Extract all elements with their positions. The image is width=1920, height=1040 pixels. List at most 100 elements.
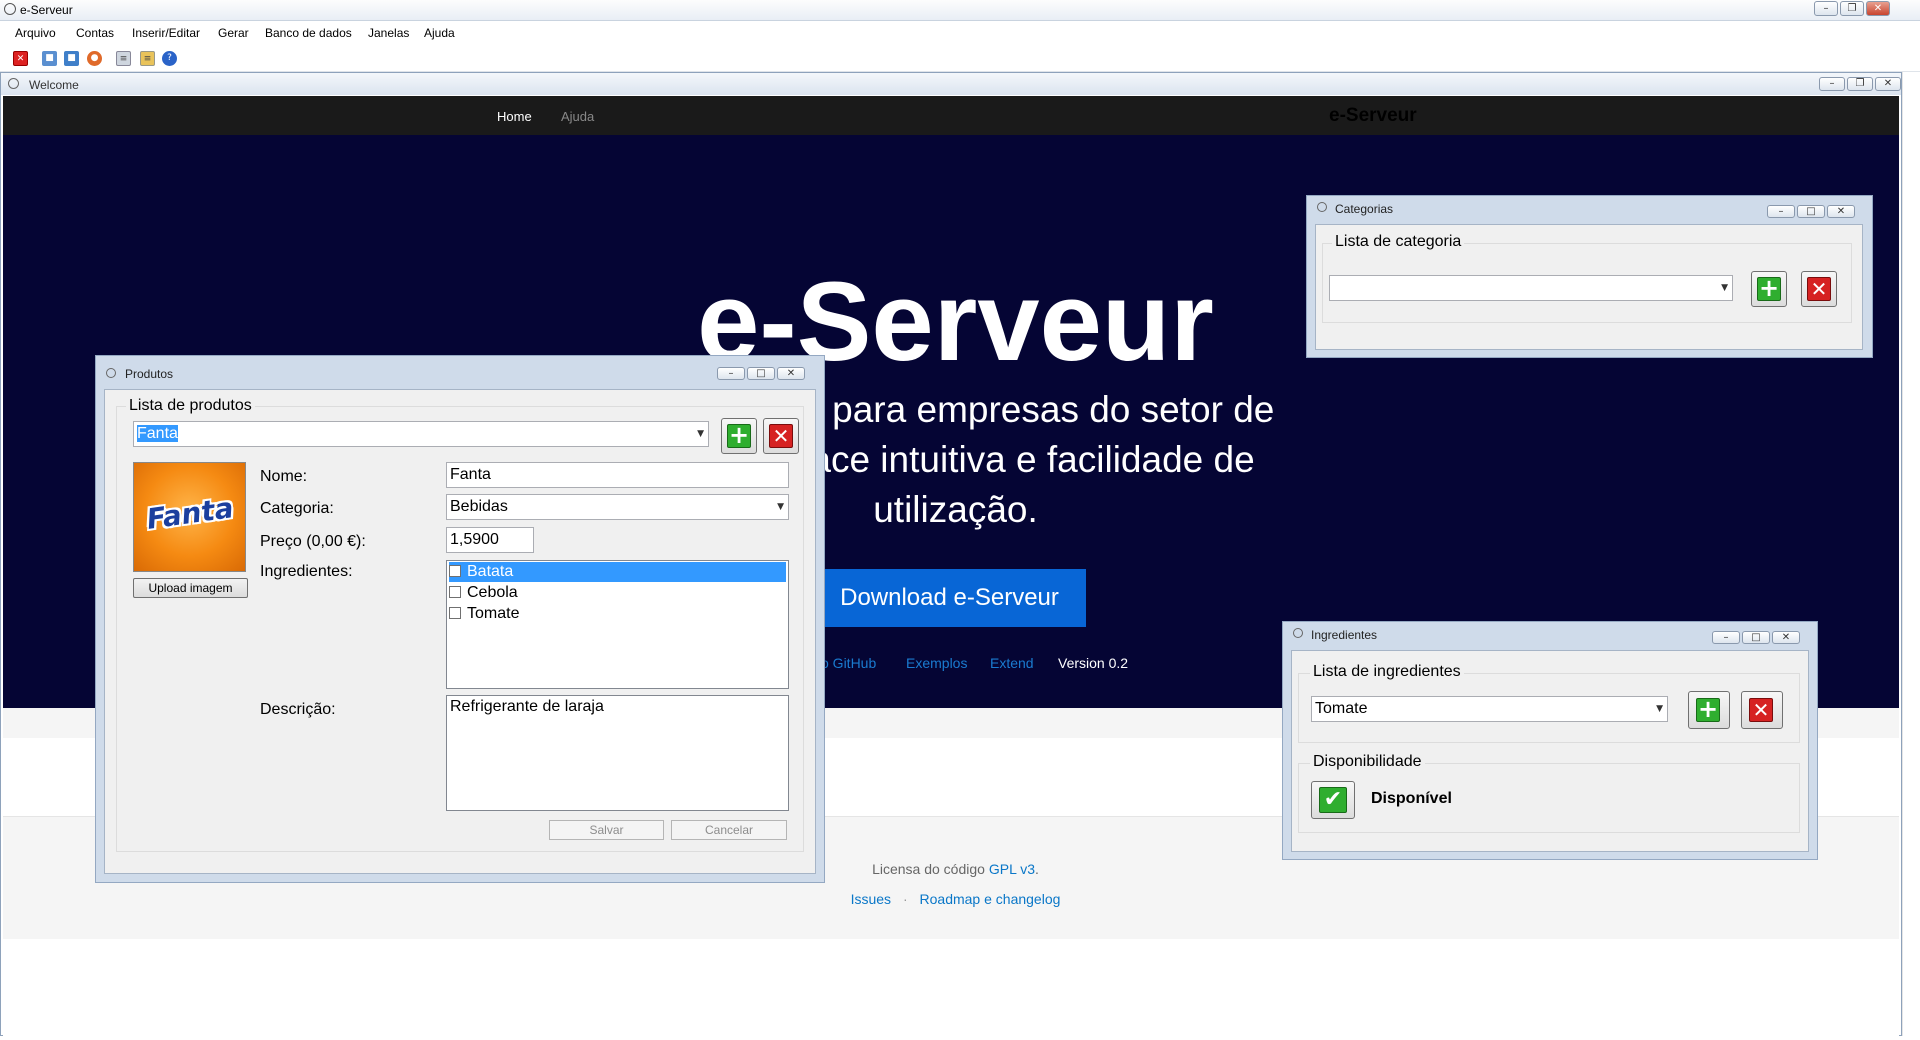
- menu-contas[interactable]: Contas: [76, 26, 114, 40]
- nome-label: Nome:: [260, 468, 308, 485]
- menu-ajuda[interactable]: Ajuda: [424, 26, 455, 40]
- produtos-maximize-button[interactable]: □: [747, 367, 775, 380]
- ingrediente-select[interactable]: Tomate ▼: [1311, 696, 1668, 722]
- exemplos-link[interactable]: Exemplos: [906, 655, 967, 671]
- accounts-edit-icon[interactable]: ■: [64, 51, 79, 66]
- accounts-icon[interactable]: ■: [42, 51, 57, 66]
- ingredientes-group-label: Lista de ingredientes: [1310, 663, 1464, 681]
- chevron-down-icon: ▼: [1656, 704, 1663, 714]
- exit-icon[interactable]: ✕: [13, 51, 28, 66]
- report-icon[interactable]: ≡: [116, 51, 131, 66]
- license-prefix: Licensa do código: [872, 861, 989, 877]
- chevron-down-icon: ▼: [777, 502, 784, 512]
- footer-links: Issues · Roadmap e changelog: [3, 891, 1899, 907]
- categorias-maximize-button[interactable]: □: [1797, 205, 1825, 218]
- cancelar-button[interactable]: Cancelar: [671, 820, 787, 840]
- upload-image-button[interactable]: Upload imagem: [133, 578, 248, 598]
- produto-select-value: Fanta: [137, 425, 178, 442]
- delete-ingrediente-button[interactable]: ✕: [1741, 691, 1783, 729]
- version-label: Version 0.2: [1058, 655, 1129, 671]
- delete-icon: ✕: [769, 424, 793, 448]
- app-titlebar: e-Serveur – ❐ ✕: [0, 0, 1920, 21]
- disponibilidade-toggle[interactable]: ✔: [1311, 781, 1355, 819]
- gpl-link[interactable]: GPL v3: [989, 861, 1035, 877]
- plus-icon: +: [1696, 695, 1720, 723]
- produto-select[interactable]: Fanta ▼: [133, 421, 709, 447]
- food-icon[interactable]: ●: [87, 51, 102, 66]
- help-icon[interactable]: ?: [162, 51, 177, 66]
- ingredientes-title: Ingredientes: [1311, 628, 1378, 642]
- plus-icon: +: [1757, 274, 1781, 302]
- ingredientes-window: Ingredientes – □ ✕ Lista de ingredientes…: [1282, 621, 1818, 860]
- menu-gerar[interactable]: Gerar: [218, 26, 249, 40]
- welcome-icon: [8, 78, 19, 89]
- delete-produto-button[interactable]: ✕: [763, 418, 799, 454]
- fanta-logo: Fanta: [144, 491, 236, 536]
- produtos-client: Lista de produtos Fanta ▼ + ✕ Fanta Uplo…: [104, 389, 816, 874]
- produtos-minimize-button[interactable]: –: [717, 367, 745, 380]
- categorias-close-button[interactable]: ✕: [1827, 205, 1855, 218]
- ingredientes-titlebar: Ingredientes – □ ✕: [1283, 622, 1817, 646]
- ingrediente-item-tomate[interactable]: Tomate: [449, 604, 519, 624]
- ingrediente-item-label: Batata: [467, 563, 514, 580]
- checkbox-icon[interactable]: [449, 565, 461, 577]
- produtos-titlebar: Produtos – □ ✕: [96, 356, 824, 381]
- menu-banco-de-dados[interactable]: Banco de dados: [265, 26, 352, 40]
- close-button[interactable]: ✕: [1866, 1, 1890, 16]
- database-icon[interactable]: ≡: [140, 51, 155, 66]
- welcome-close-button[interactable]: ✕: [1875, 77, 1901, 91]
- issues-link[interactable]: Issues: [851, 891, 891, 907]
- ingredientes-checklist[interactable]: Batata Cebola Tomate: [446, 560, 789, 689]
- vertical-scrollbar[interactable]: [1902, 72, 1920, 1036]
- add-produto-button[interactable]: +: [721, 418, 757, 454]
- preco-label: Preço (0,00 €):: [260, 533, 366, 550]
- site-navbar: Home Ajuda e-Serveur: [3, 96, 1899, 135]
- categoria-label: Categoria:: [260, 500, 334, 517]
- ingrediente-item-batata[interactable]: Batata: [449, 562, 786, 582]
- menu-arquivo[interactable]: Arquivo: [15, 26, 56, 40]
- ingrediente-item-label: Cebola: [467, 584, 518, 601]
- welcome-minimize-button[interactable]: –: [1819, 77, 1845, 91]
- categoria-field[interactable]: Bebidas ▼: [446, 494, 789, 520]
- nav-ajuda-link[interactable]: Ajuda: [561, 109, 594, 124]
- categorias-group-label: Lista de categoria: [1332, 233, 1465, 251]
- restore-button[interactable]: ❐: [1840, 1, 1864, 16]
- chevron-down-icon: ▼: [697, 429, 704, 439]
- add-categoria-button[interactable]: +: [1751, 271, 1787, 307]
- menu-janelas[interactable]: Janelas: [368, 26, 409, 40]
- menu-bar: Arquivo Contas Inserir/Editar Gerar Banc…: [0, 22, 1920, 46]
- ingrediente-item-cebola[interactable]: Cebola: [449, 583, 518, 603]
- salvar-button[interactable]: Salvar: [549, 820, 664, 840]
- menu-inserir-editar[interactable]: Inserir/Editar: [132, 26, 200, 40]
- site-brand[interactable]: e-Serveur: [1329, 105, 1417, 127]
- checkbox-icon[interactable]: [449, 607, 461, 619]
- minimize-button[interactable]: –: [1814, 1, 1838, 16]
- categoria-select[interactable]: ▼: [1329, 275, 1733, 301]
- ingredientes-client: Lista de ingredientes Tomate ▼ + ✕ Dispo…: [1291, 650, 1809, 852]
- disponibilidade-status: Disponível: [1371, 790, 1452, 807]
- nome-field[interactable]: Fanta: [446, 462, 789, 488]
- ingredientes-close-button[interactable]: ✕: [1772, 631, 1800, 644]
- roadmap-link[interactable]: Roadmap e changelog: [920, 891, 1061, 907]
- delete-categoria-button[interactable]: ✕: [1801, 271, 1837, 307]
- extend-link[interactable]: Extend: [990, 655, 1034, 671]
- categorias-minimize-button[interactable]: –: [1767, 205, 1795, 218]
- welcome-restore-button[interactable]: ❐: [1847, 77, 1873, 91]
- nav-home-link[interactable]: Home: [497, 109, 532, 124]
- download-button[interactable]: Download e-Serveur: [813, 569, 1086, 627]
- add-ingrediente-button[interactable]: +: [1688, 691, 1730, 729]
- ingredientes-maximize-button[interactable]: □: [1742, 631, 1770, 644]
- preco-field[interactable]: 1,5900: [446, 527, 534, 553]
- ingredientes-minimize-button[interactable]: –: [1712, 631, 1740, 644]
- github-link[interactable]: o GitHub: [821, 655, 876, 671]
- produtos-title: Produtos: [125, 367, 174, 381]
- descricao-field[interactable]: Refrigerante de laraja: [446, 695, 789, 811]
- descricao-value: Refrigerante de laraja: [450, 698, 604, 715]
- categorias-titlebar: Categorias – □ ✕: [1307, 196, 1872, 220]
- categorias-title: Categorias: [1335, 202, 1394, 216]
- produtos-close-button[interactable]: ✕: [777, 367, 805, 380]
- checkbox-icon[interactable]: [449, 586, 461, 598]
- footer-separator: ·: [902, 891, 908, 907]
- categorias-client: Lista de categoria ▼ + ✕: [1315, 224, 1863, 350]
- ingrediente-item-label: Tomate: [467, 605, 520, 622]
